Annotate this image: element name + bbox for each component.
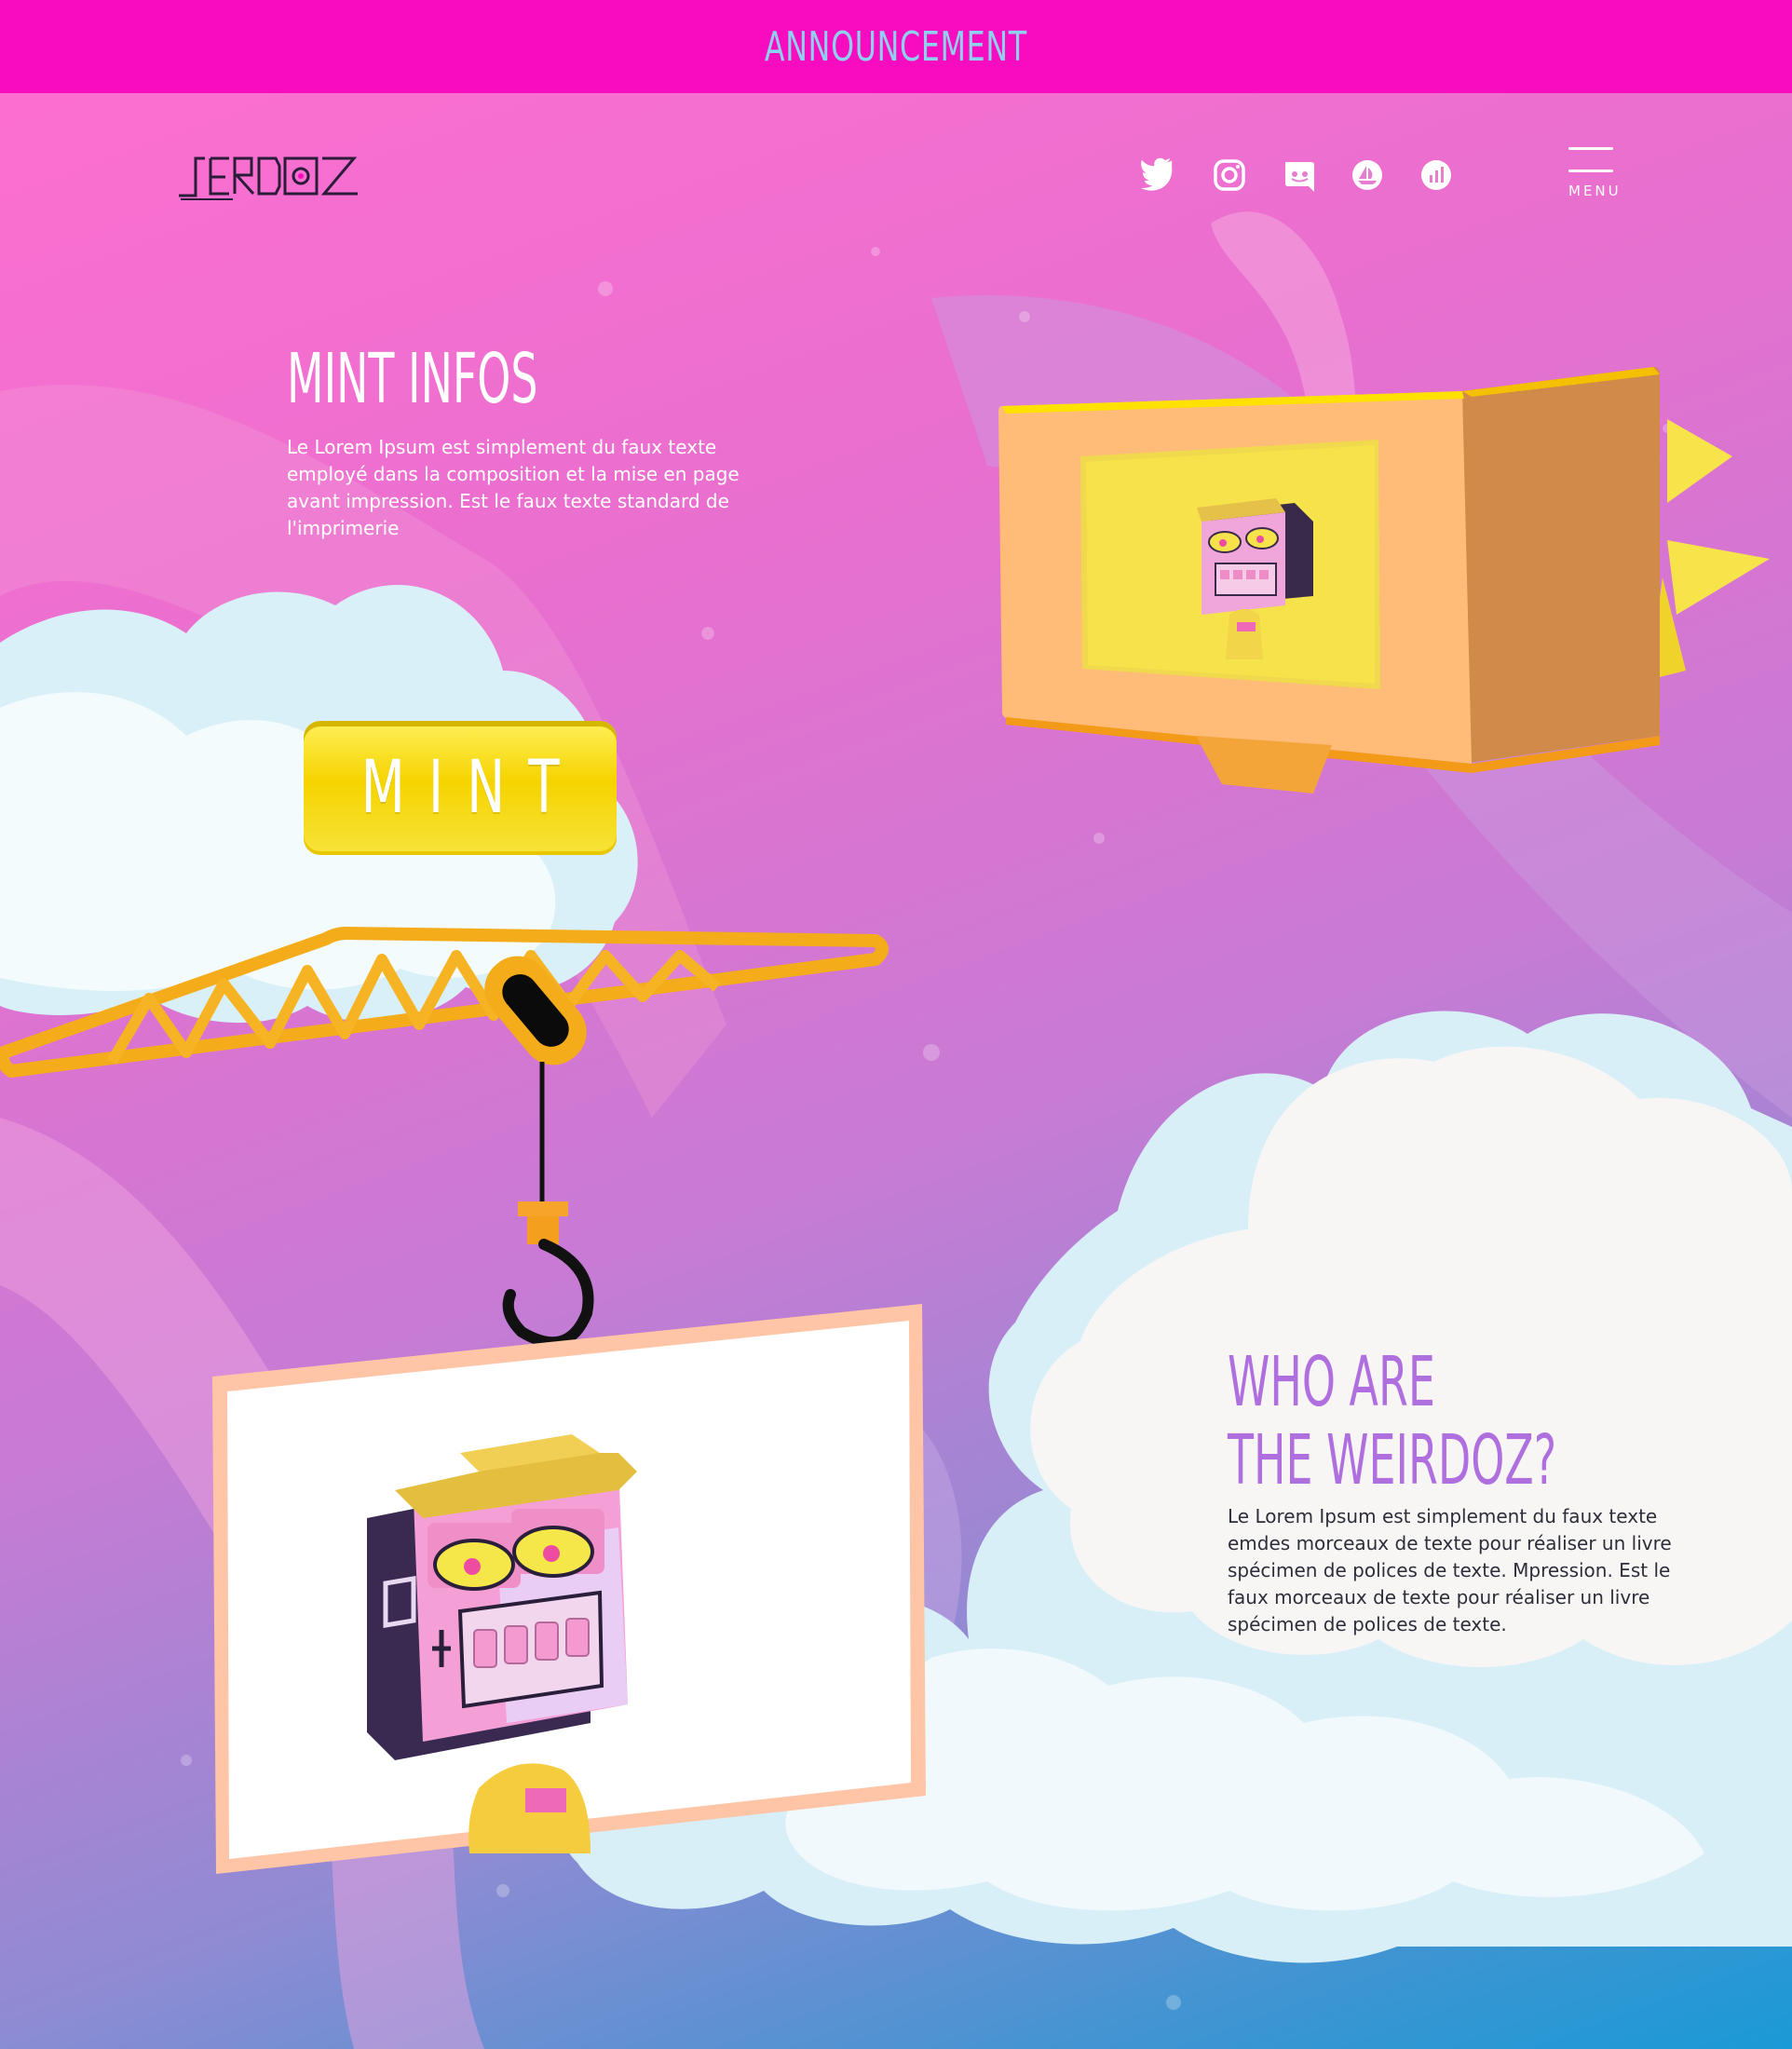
who-title-line-2: THE WEIRDOZ? — [1228, 1420, 1557, 1500]
menu-button[interactable]: MENU — [1568, 147, 1619, 203]
mint-infos-title: MINT INFOS — [287, 339, 538, 419]
opensea-icon[interactable] — [1349, 156, 1386, 194]
who-title: WHO ARE THE WEIRDOZ? — [1228, 1343, 1556, 1499]
hanging-portrait-illustration — [212, 1304, 926, 1874]
announcement-bar[interactable]: ANNOUNCEMENT — [0, 0, 1792, 93]
mint-infos-body: Le Lorem Ipsum est simplement du faux te… — [287, 436, 740, 539]
logo[interactable] — [177, 149, 373, 205]
who-body: Le Lorem Ipsum est simplement du faux te… — [1228, 1505, 1672, 1635]
discord-icon[interactable] — [1280, 156, 1317, 194]
twitter-icon[interactable] — [1140, 156, 1177, 194]
announcement-text: ANNOUNCEMENT — [764, 22, 1028, 71]
who-title-line-1: WHO ARE — [1228, 1342, 1435, 1422]
menu-label: MENU — [1568, 183, 1622, 199]
instagram-icon[interactable] — [1211, 156, 1248, 194]
mint-button-label: MINT — [360, 746, 583, 830]
mint-button[interactable]: MINT — [304, 721, 617, 855]
box-machine-illustration — [998, 367, 1770, 794]
chart-icon[interactable] — [1418, 156, 1455, 194]
